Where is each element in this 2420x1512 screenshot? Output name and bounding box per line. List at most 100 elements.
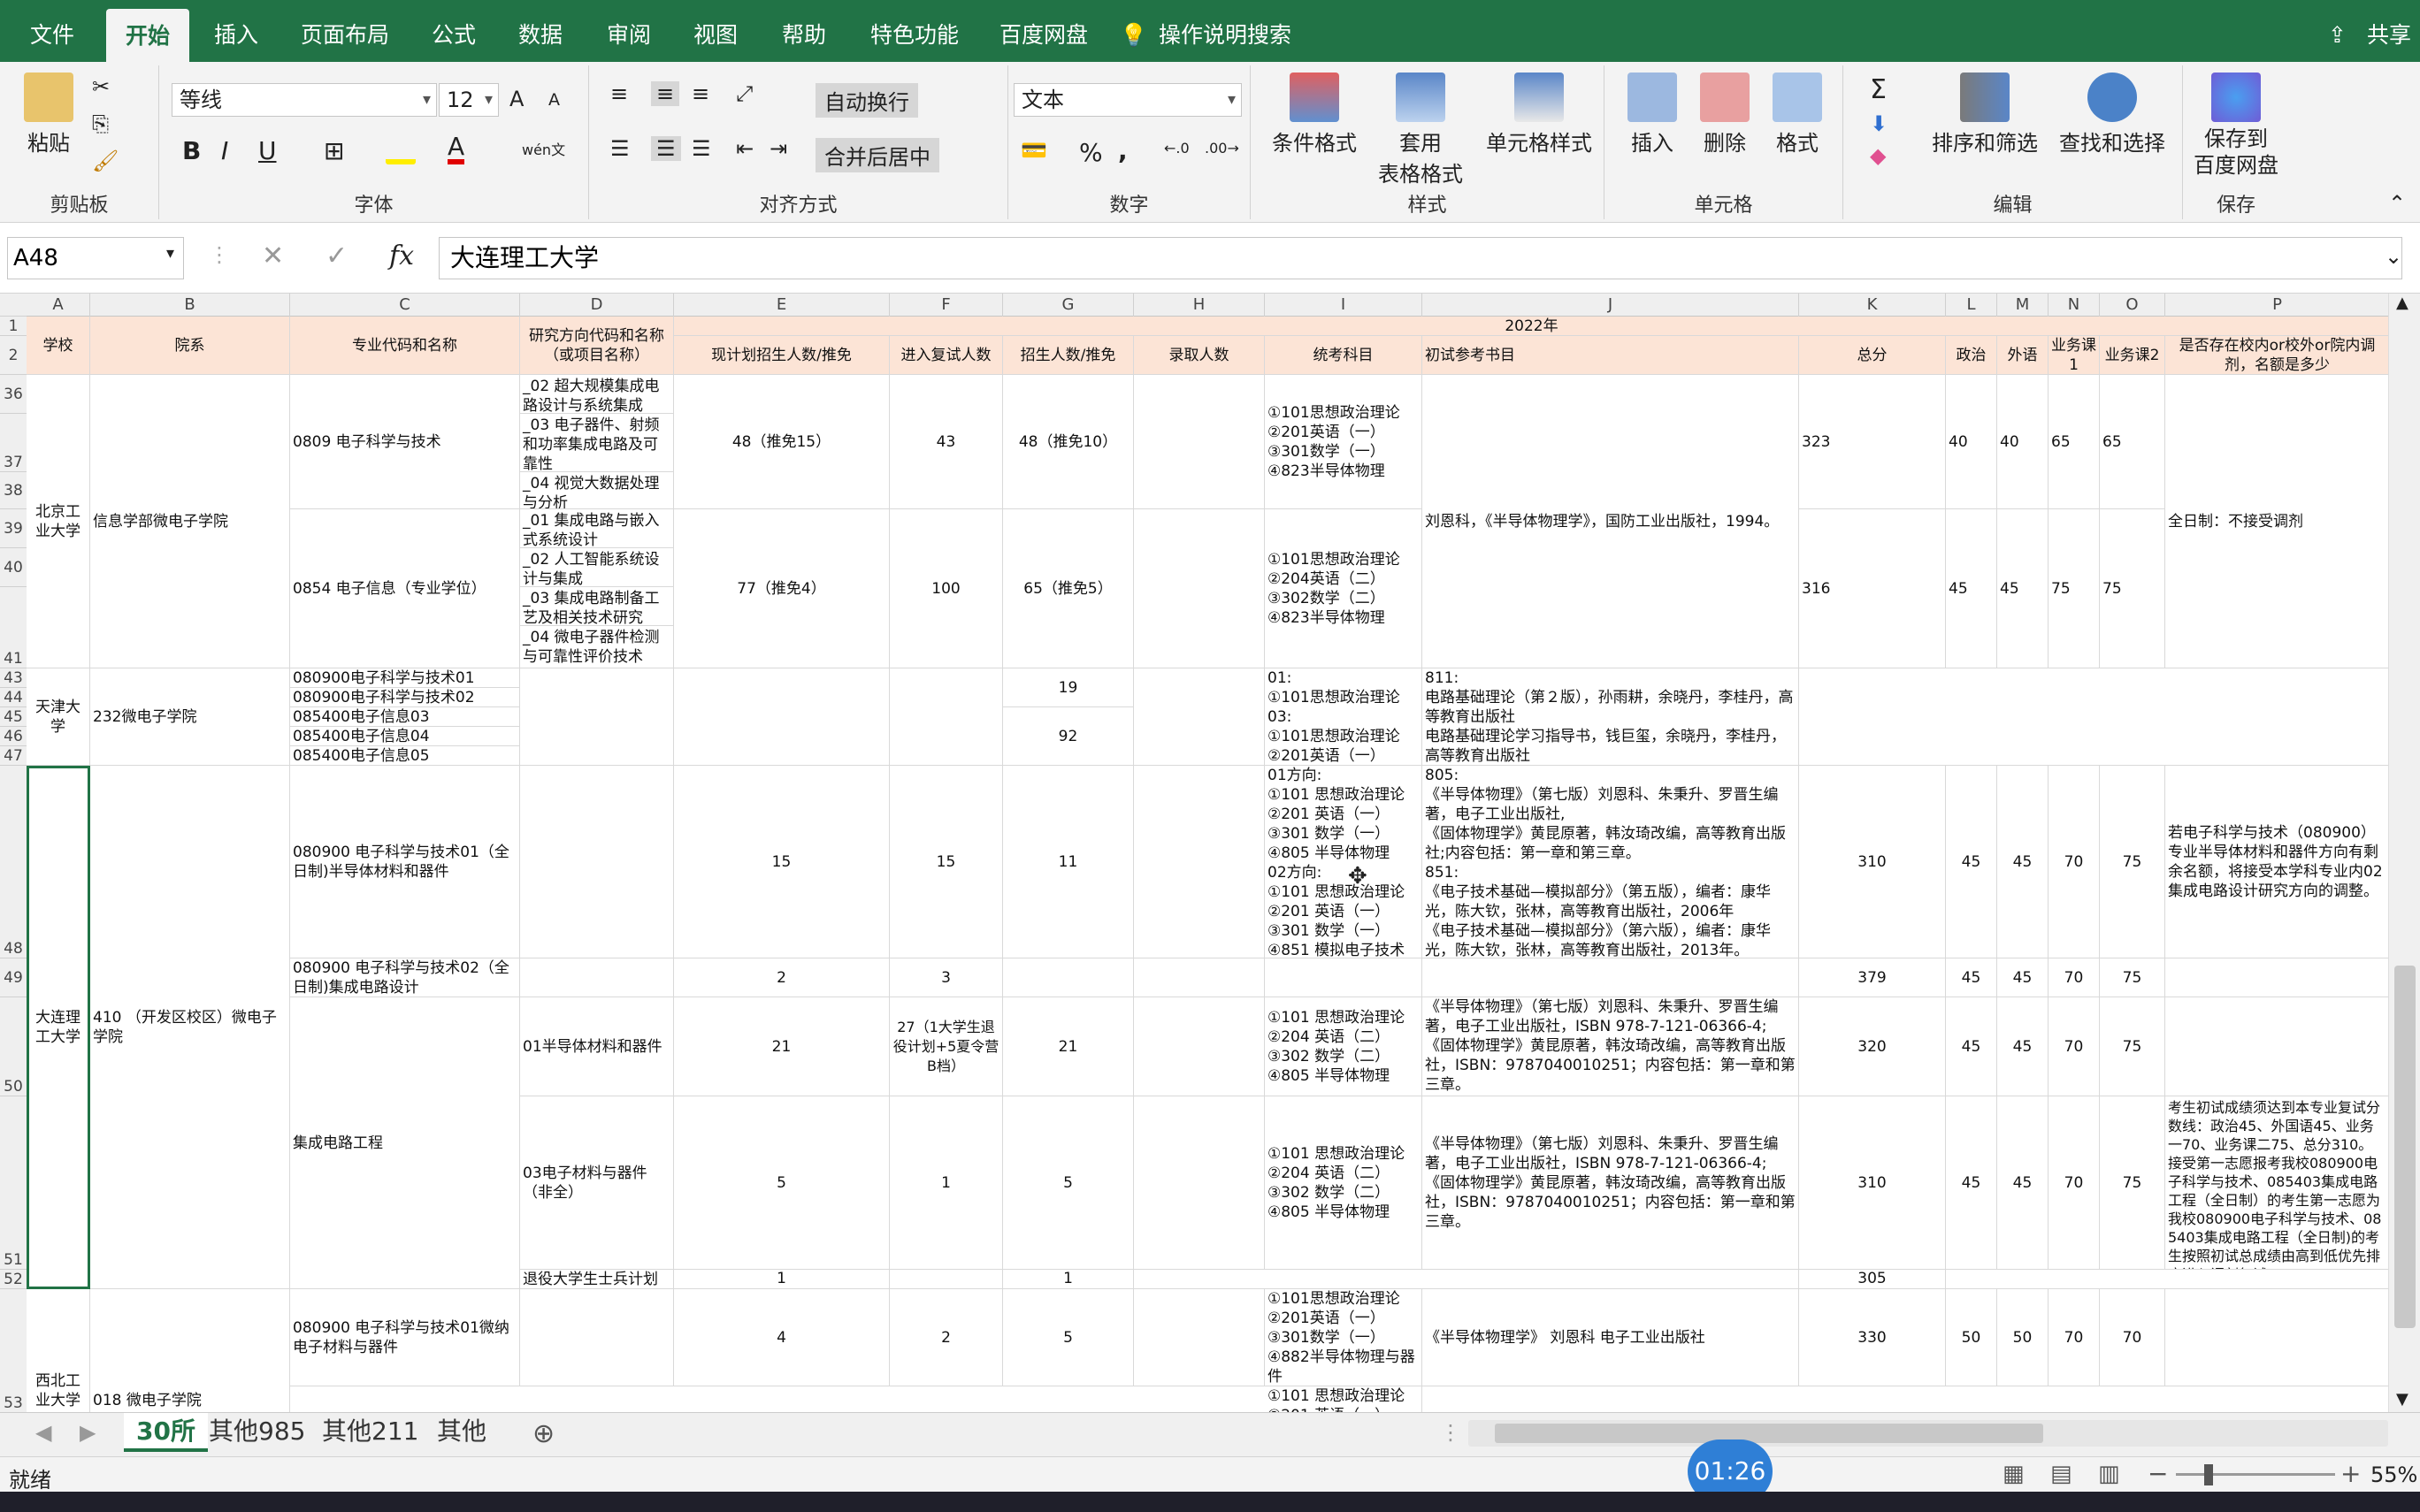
tab-review[interactable]: 审阅 [607, 0, 651, 62]
header-english[interactable]: 外语 [1997, 336, 2049, 375]
cell-pku-total2[interactable]: 316 [1799, 509, 1946, 668]
cell-dut-retest1[interactable]: 15 [890, 766, 1003, 958]
cell-dut-total4[interactable]: 310 [1799, 1096, 1946, 1270]
cell-dut-retest5[interactable] [890, 1270, 1003, 1289]
column-header[interactable]: B [90, 294, 290, 317]
cell-tju-retest[interactable] [890, 668, 1003, 766]
cell-pku-retest1[interactable]: 43 [890, 375, 1003, 509]
cell-pku-major1[interactable]: 0809 电子科学与技术 [290, 375, 520, 509]
cell-pku-dir[interactable]: _04 视觉大数据处理与分析 [520, 472, 674, 509]
insert-cells-button[interactable]: 插入 [1617, 73, 1688, 157]
phonetic-icon[interactable]: wén文 [522, 138, 565, 159]
cell-dut-exam1[interactable]: 01方向: ①101 思想政治理论 ②201 英语（一） ③301 数学（一） … [1265, 766, 1422, 958]
cell-dut-enroll2[interactable] [1003, 958, 1134, 997]
cut-icon[interactable]: ✂ [92, 74, 110, 99]
column-header[interactable]: H [1134, 294, 1265, 317]
cell-pku-retest2[interactable]: 100 [890, 509, 1003, 668]
row-header[interactable]: 44 [0, 688, 27, 707]
cell-nwpu-enroll[interactable]: 5 [1003, 1289, 1134, 1386]
cell-dut-eng3[interactable]: 45 [1997, 997, 2049, 1096]
cell-pku-plan1[interactable]: 48（推免15） [674, 375, 890, 509]
align-left-icon[interactable]: ☰ [610, 136, 630, 161]
zoom-in-button[interactable]: + [2340, 1459, 2361, 1488]
cell-nwpu-plan[interactable]: 4 [674, 1289, 890, 1386]
cell-dut-enroll4[interactable]: 5 [1003, 1096, 1134, 1270]
scroll-up-icon[interactable]: ▲ [2396, 294, 2409, 312]
cell-dut-ref4[interactable]: 《半导体物理》（第七版）刘恩科、朱秉升、罗晋生编著，电子工业出版社，ISBN 9… [1422, 1096, 1799, 1270]
cell-dut-plan3[interactable]: 21 [674, 997, 890, 1096]
font-size-select[interactable]: 12 [439, 83, 499, 117]
cell-pku-eng1[interactable]: 40 [1997, 375, 2049, 509]
cell-dut-dir4[interactable]: 03电子材料与器件（非全） [520, 1096, 674, 1270]
row-header[interactable]: 41 [0, 587, 27, 668]
cell-pku-dir[interactable]: _03 电子器件、射频和功率集成电路及可靠性 [520, 414, 674, 472]
cell-dut-c2-4[interactable]: 75 [2100, 1096, 2165, 1270]
find-select-button[interactable]: 查找和选择 [2047, 73, 2178, 157]
cell-dut-empty5[interactable] [1134, 1270, 1799, 1289]
cell-dut-dept[interactable]: 410 （开发区校区）微电子学院 [90, 766, 290, 1289]
column-header[interactable]: L [1946, 294, 1997, 317]
cell-pku-total1[interactable]: 323 [1799, 375, 1946, 509]
cell-dut-dir3[interactable]: 01半导体材料和器件 [520, 997, 674, 1096]
tab-baidu[interactable]: 百度网盘 [999, 0, 1088, 62]
cell-dut-exam2[interactable] [1265, 958, 1422, 997]
cell-pku-c2-1[interactable]: 65 [2100, 375, 2165, 509]
insert-function-button[interactable]: fx [389, 241, 414, 271]
cell-dut-pol4[interactable]: 45 [1946, 1096, 1997, 1270]
cell-pku-dir[interactable]: _04 微电子器件检测与可靠性评价技术 [520, 626, 674, 668]
column-header[interactable]: I [1265, 294, 1422, 317]
collapse-ribbon-icon[interactable]: ⌃ [2388, 191, 2406, 216]
cell-pku-dir[interactable]: _03 集成电路制备工艺及相关技术研究 [520, 587, 674, 626]
cell-tju-major[interactable]: 085400电子信息05 [290, 746, 520, 766]
select-all-corner[interactable] [0, 294, 27, 317]
cell-pku-admit2[interactable] [1134, 509, 1265, 668]
sheet-tab-211[interactable]: 其他211 [322, 1413, 418, 1452]
cell-nwpu-eng[interactable]: 50 [1997, 1289, 2049, 1386]
row-header[interactable]: 36 [0, 375, 27, 414]
cell-pku-c1-1[interactable]: 65 [2049, 375, 2100, 509]
cell-dut-admit1[interactable] [1134, 766, 1265, 958]
cell-dut-pol2[interactable]: 45 [1946, 958, 1997, 997]
tab-home[interactable]: 开始 [106, 9, 190, 62]
row-header[interactable]: 2 [0, 336, 27, 375]
column-header[interactable]: J [1422, 294, 1799, 317]
prev-sheet-icon[interactable]: ◀ [35, 1420, 51, 1445]
wrap-text-button[interactable]: 自动换行 [816, 83, 918, 118]
cell-tju-major[interactable]: 085400电子信息03 [290, 707, 520, 727]
cell-tju-plan[interactable] [674, 668, 890, 766]
header-school[interactable]: 学校 [27, 317, 90, 375]
decrease-decimal-icon[interactable]: .00→ [1205, 140, 1239, 157]
row-header[interactable]: 47 [0, 746, 27, 766]
format-cells-button[interactable]: 格式 [1762, 73, 1833, 157]
row-header[interactable]: 39 [0, 509, 27, 548]
cell-pku-c1-2[interactable]: 75 [2049, 509, 2100, 668]
align-center-icon[interactable]: ☰ [651, 136, 681, 161]
cell-dut-c1-2[interactable]: 70 [2049, 958, 2100, 997]
merge-center-button[interactable]: 合并后居中 [816, 138, 939, 172]
cell-dut-dir5[interactable]: 退役大学生士兵计划 [520, 1270, 674, 1289]
namebox-dropdown-icon[interactable]: ▾ [166, 244, 174, 263]
row-header[interactable]: 37 [0, 414, 27, 472]
header-enroll[interactable]: 招生人数/推免 [1003, 336, 1134, 375]
add-sheet-icon[interactable]: ⊕ [532, 1418, 555, 1449]
header-total[interactable]: 总分 [1799, 336, 1946, 375]
decrease-indent-icon[interactable]: ⇤ [736, 136, 754, 161]
cell-dut-total5[interactable]: 305 [1799, 1270, 1946, 1289]
cell-dut-adjust1[interactable]: 若电子科学与技术（080900）专业半导体材料和器件方向有剩余名额，将接受本学科… [2165, 766, 2390, 958]
cell-dut-major2[interactable]: 080900 电子科学与技术02（全日制)集成电路设计 [290, 958, 520, 997]
cell-dut-c1-4[interactable]: 70 [2049, 1096, 2100, 1270]
zoom-slider-thumb[interactable] [2204, 1464, 2213, 1485]
cell-dut-admit3[interactable] [1134, 997, 1265, 1096]
cell-dut-exam4[interactable]: ①101 思想政治理论 ②204 英语（二） ③302 数学（二） ④805 半… [1265, 1096, 1422, 1270]
cell-dut-total2[interactable]: 379 [1799, 958, 1946, 997]
font-color-icon[interactable]: A [448, 134, 465, 164]
cell-dut-adjust3[interactable] [2165, 997, 2390, 1096]
page-layout-icon[interactable]: ▤ [2050, 1461, 2072, 1487]
header-ref[interactable]: 初试参考书目 [1422, 336, 1799, 375]
cell-dut-admit4[interactable] [1134, 1096, 1265, 1270]
sheet-tab-985[interactable]: 其他985 [209, 1413, 305, 1452]
next-sheet-icon[interactable]: ▶ [80, 1420, 96, 1445]
cell-pku-pol2[interactable]: 45 [1946, 509, 1997, 668]
cell-dut-eng2[interactable]: 45 [1997, 958, 2049, 997]
row-header[interactable]: 50 [0, 997, 27, 1096]
